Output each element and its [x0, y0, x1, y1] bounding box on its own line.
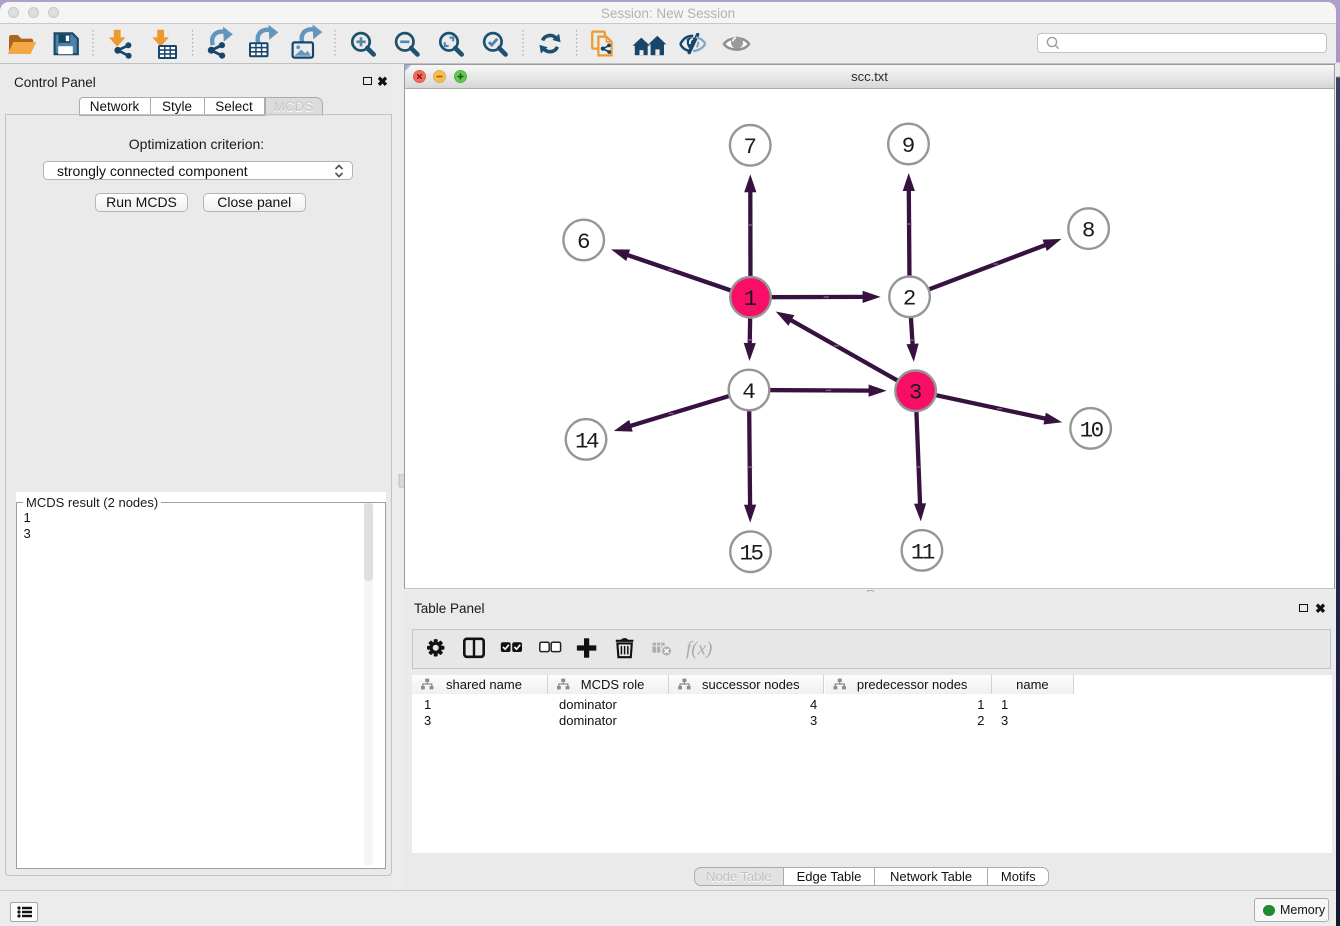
- svg-text:14: 14: [575, 428, 599, 454]
- svg-text:4: 4: [742, 379, 756, 405]
- svg-text:6: 6: [577, 229, 591, 255]
- svg-text:7: 7: [743, 134, 757, 160]
- svg-text:9: 9: [902, 133, 916, 159]
- svg-text:3: 3: [909, 380, 923, 406]
- svg-text:1: 1: [744, 286, 758, 312]
- svg-text:2: 2: [903, 286, 917, 312]
- svg-text:8: 8: [1082, 218, 1096, 244]
- svg-text:15: 15: [739, 541, 763, 567]
- svg-text:10: 10: [1080, 417, 1104, 443]
- svg-text:11: 11: [911, 539, 935, 565]
